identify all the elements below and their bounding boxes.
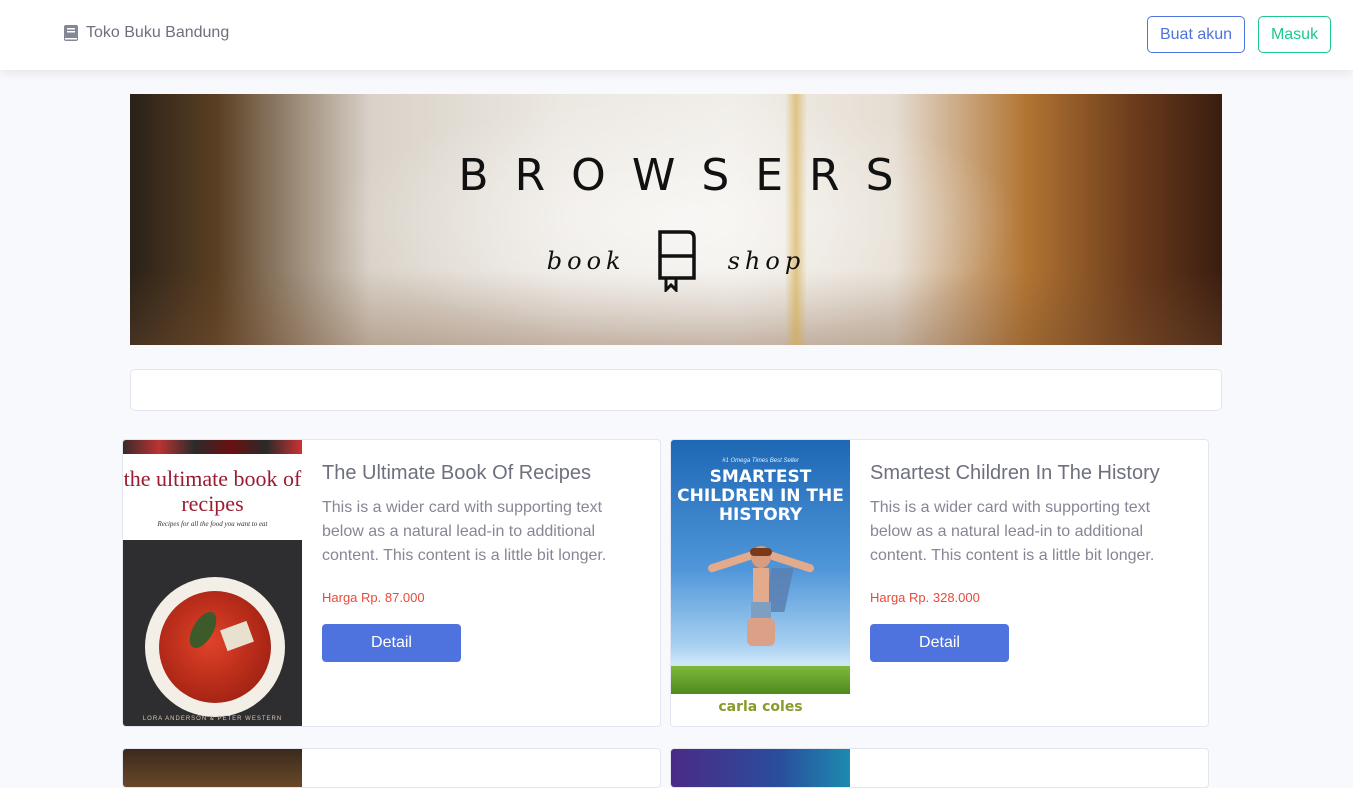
product-card xyxy=(670,748,1209,788)
card-price: Harga Rp. 87.000 xyxy=(322,590,425,605)
card-title: The Ultimate Book Of Recipes xyxy=(322,462,591,484)
cover-title: the ultimate book of recipes xyxy=(123,466,302,516)
book-cover-image: the ultimate book of recipes Recipes for… xyxy=(123,440,302,726)
cover-author: carla coles xyxy=(718,699,803,715)
navbar-brand[interactable]: Toko Buku Bandung xyxy=(64,24,229,42)
cover-tagline: #1 Omega Times Best Seller xyxy=(722,458,799,464)
top-navbar: Toko Buku Bandung Buat akun Masuk xyxy=(0,0,1353,70)
card-price: Harga Rp. 328.000 xyxy=(870,590,980,605)
card-description: This is a wider card with supporting tex… xyxy=(322,499,607,564)
product-card: the ultimate book of recipes Recipes for… xyxy=(122,439,661,727)
hero-banner: BROWSERS book shop xyxy=(130,94,1222,345)
book-cover-image: #1 Omega Times Best Seller SMARTEST CHIL… xyxy=(671,440,850,726)
login-button[interactable]: Masuk xyxy=(1258,16,1331,53)
product-card xyxy=(122,748,661,788)
detail-button[interactable]: Detail xyxy=(322,624,461,662)
banner-background xyxy=(130,94,1222,345)
banner-book-spine xyxy=(785,94,807,345)
book-cover-image xyxy=(123,749,302,787)
product-card: #1 Omega Times Best Seller SMARTEST CHIL… xyxy=(670,439,1209,727)
book-cover-image xyxy=(671,749,850,787)
brand-name: Toko Buku Bandung xyxy=(86,24,230,41)
signup-button[interactable]: Buat akun xyxy=(1147,16,1245,53)
book-icon xyxy=(64,25,78,41)
cover-subtitle: Recipes for all the food you want to eat xyxy=(157,520,268,528)
bookmark-logo-icon xyxy=(657,230,696,292)
card-description: This is a wider card with supporting tex… xyxy=(870,499,1155,564)
card-title: Smartest Children In The History xyxy=(870,462,1160,484)
banner-sub-left: book xyxy=(546,247,626,275)
search-input[interactable] xyxy=(130,369,1222,411)
cover-title: SMARTEST CHILDREN IN THE HISTORY xyxy=(677,467,844,525)
banner-title: BROWSERS xyxy=(458,150,920,201)
detail-button[interactable]: Detail xyxy=(870,624,1009,662)
banner-subtitle: book shop xyxy=(130,230,1222,292)
cover-soup xyxy=(159,591,271,703)
banner-sub-right: shop xyxy=(727,247,806,275)
cover-authors: LORA ANDERSON & PETER WESTERN xyxy=(142,716,283,722)
